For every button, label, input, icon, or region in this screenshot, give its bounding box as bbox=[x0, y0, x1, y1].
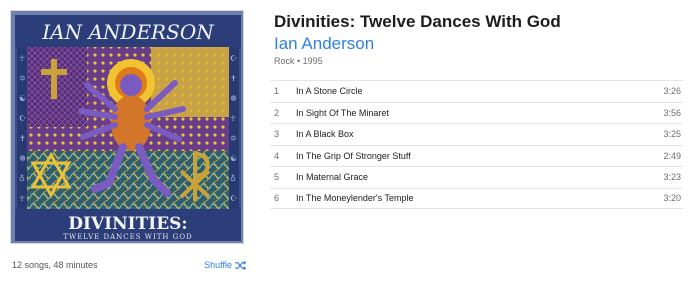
album-page: ☥ ✡ ☯ ☪ ✝ ☸ ♁ ☥ ☪ ✝ ☸ ☥ ✡ ☯ ♁ ☪ IAN ANDERSON bbox=[0, 0, 696, 300]
svg-text:☥: ☥ bbox=[19, 54, 25, 63]
track-name: In A Stone Circle bbox=[296, 86, 363, 97]
track-duration: 3:20 bbox=[663, 193, 681, 204]
album-cover-image: ☥ ✡ ☯ ☪ ✝ ☸ ♁ ☥ ☪ ✝ ☸ ☥ ✡ ☯ ♁ ☪ IAN ANDERSON DIVIN… bbox=[11, 11, 243, 243]
track-row[interactable]: 3 In A Black Box 3:25 bbox=[270, 123, 683, 145]
track-duration: 3:25 bbox=[663, 129, 681, 140]
shuffle-button[interactable]: Shuffle bbox=[204, 260, 246, 270]
track-duration: 3:56 bbox=[663, 107, 681, 118]
track-duration: 3:23 bbox=[663, 172, 681, 183]
shuffle-label: Shuffle bbox=[204, 260, 232, 270]
track-list: 1 In A Stone Circle 3:26 2 In Sight Of T… bbox=[270, 80, 683, 209]
cover-title-text: DIVINITIES: bbox=[68, 214, 187, 234]
album-meta-row: 12 songs, 48 minutes Shuffle bbox=[12, 258, 246, 272]
track-row[interactable]: 2 In Sight Of The Minaret 3:56 bbox=[270, 101, 683, 124]
track-name: In A Black Box bbox=[296, 129, 354, 140]
track-row[interactable]: 1 In A Stone Circle 3:26 bbox=[270, 80, 683, 102]
track-number: 4 bbox=[274, 150, 280, 161]
album-title: Divinities: Twelve Dances With God bbox=[274, 12, 561, 31]
svg-text:☯: ☯ bbox=[230, 154, 237, 163]
svg-text:✡: ✡ bbox=[19, 74, 26, 83]
svg-text:☥: ☥ bbox=[19, 194, 25, 203]
track-name: In Sight Of The Minaret bbox=[296, 107, 389, 118]
track-name: In Maternal Grace bbox=[296, 172, 369, 183]
svg-text:☪: ☪ bbox=[230, 194, 237, 203]
track-duration: 3:26 bbox=[663, 86, 681, 97]
track-duration: 2:49 bbox=[663, 150, 681, 161]
cover-subtitle-text: TWELVE DANCES WITH GOD bbox=[63, 233, 192, 241]
track-row[interactable]: 6 In The Moneylender's Temple 3:20 bbox=[270, 187, 683, 209]
svg-text:✡: ✡ bbox=[230, 134, 237, 143]
track-number: 2 bbox=[274, 107, 280, 118]
svg-text:☸: ☸ bbox=[230, 94, 237, 103]
album-summary: 12 songs, 48 minutes bbox=[12, 260, 98, 270]
track-number: 3 bbox=[274, 129, 280, 140]
track-row[interactable]: 5 In Maternal Grace 3:23 bbox=[270, 166, 683, 188]
track-number: 1 bbox=[274, 86, 280, 97]
track-name: In The Moneylender's Temple bbox=[296, 193, 414, 204]
track-row[interactable]: 4 In The Grip Of Stronger Stuff 2:49 bbox=[270, 144, 683, 167]
track-name: In The Grip Of Stronger Stuff bbox=[296, 150, 411, 161]
svg-text:✝: ✝ bbox=[19, 134, 26, 143]
track-number: 5 bbox=[274, 172, 280, 183]
cover-artist-text: IAN ANDERSON bbox=[41, 20, 215, 44]
svg-text:♁: ♁ bbox=[19, 174, 25, 183]
svg-text:☯: ☯ bbox=[19, 94, 26, 103]
artist-link[interactable]: Ian Anderson bbox=[274, 34, 374, 54]
svg-text:☪: ☪ bbox=[230, 54, 237, 63]
shuffle-icon bbox=[235, 260, 246, 270]
svg-text:♁: ♁ bbox=[230, 174, 236, 183]
album-cover[interactable]: ☥ ✡ ☯ ☪ ✝ ☸ ♁ ☥ ☪ ✝ ☸ ☥ ✡ ☯ ♁ ☪ IAN ANDERSON bbox=[10, 10, 244, 244]
track-number: 6 bbox=[274, 193, 280, 204]
svg-text:✝: ✝ bbox=[230, 74, 237, 83]
genre-year: Rock • 1995 bbox=[274, 56, 323, 66]
svg-text:☥: ☥ bbox=[230, 114, 236, 123]
svg-text:☪: ☪ bbox=[19, 114, 26, 123]
svg-text:☸: ☸ bbox=[19, 154, 26, 163]
